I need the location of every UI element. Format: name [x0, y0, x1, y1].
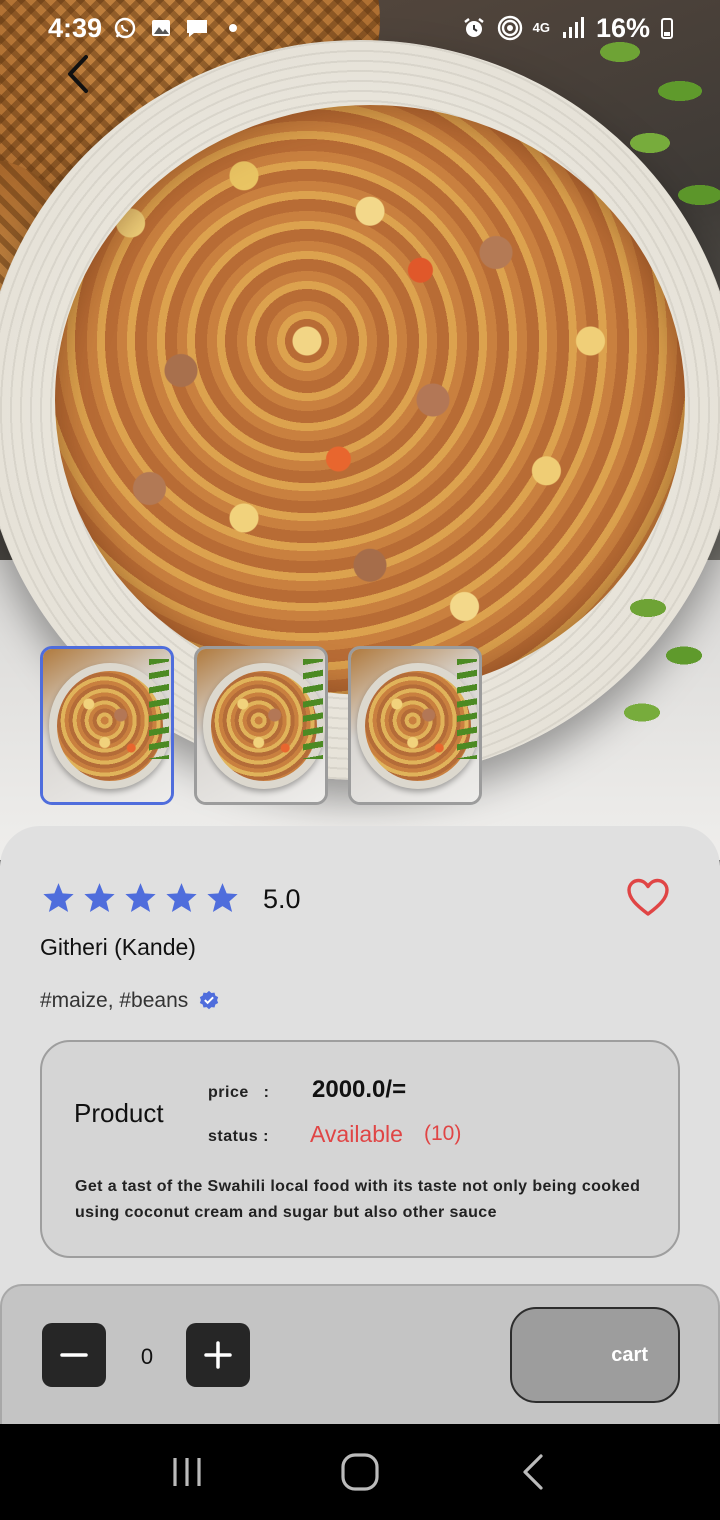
product-box-title: Product: [74, 1098, 164, 1128]
hotspot-icon: [497, 15, 523, 41]
product-tags: #maize, #beans: [40, 989, 220, 1013]
purchase-action-bar: 0 cart: [0, 1284, 720, 1424]
price-label: price :: [208, 1084, 270, 1101]
thumbnail-2[interactable]: [194, 646, 328, 805]
tags-text: #maize, #beans: [40, 989, 189, 1012]
battery-icon: [660, 15, 674, 41]
battery-percent: 16%: [595, 12, 650, 43]
star-icon: [207, 883, 238, 912]
product-info-box: Product price : 2000.0/= status : Availa…: [40, 1040, 680, 1258]
increase-quantity-button[interactable]: [186, 1323, 250, 1387]
alarm-icon: [461, 15, 487, 41]
status-bar: 4:39 4G 16%: [0, 0, 720, 56]
back-button[interactable]: [56, 54, 100, 98]
rating-stars: [42, 881, 239, 914]
dot-icon: [220, 15, 246, 41]
verified-badge-icon: [200, 990, 219, 1010]
product-description: Get a tast of the Swahili local food wit…: [75, 1178, 641, 1221]
minus-icon: [60, 1353, 88, 1357]
star-icon: [166, 883, 197, 912]
thumbnail-1[interactable]: [40, 646, 174, 805]
cart-button-label: cart: [611, 1343, 648, 1366]
status-label: status :: [208, 1128, 269, 1145]
rating-row: 5.0: [42, 880, 301, 915]
message-icon: [184, 15, 210, 41]
rating-value: 5.0: [263, 884, 301, 914]
price-value: 2000.0/=: [312, 1076, 407, 1103]
home-icon: [341, 1453, 379, 1491]
recents-icon: [173, 1458, 201, 1486]
decrease-quantity-button[interactable]: [42, 1323, 106, 1387]
leaves-decoration: [600, 570, 720, 760]
status-time: 4:39: [48, 12, 103, 43]
stock-count: (10): [424, 1122, 462, 1145]
heart-outline-icon: [627, 878, 669, 916]
star-icon: [43, 883, 74, 912]
star-icon: [125, 883, 156, 912]
chevron-left-icon: [64, 54, 92, 99]
home-button[interactable]: [330, 1442, 390, 1502]
network-type: 4G: [532, 20, 550, 35]
favorite-button[interactable]: [626, 876, 670, 920]
quantity-value: 0: [140, 1344, 154, 1369]
star-icon: [84, 883, 115, 912]
add-to-cart-button[interactable]: cart: [510, 1307, 680, 1403]
gallery-icon: [148, 15, 174, 41]
system-back-button[interactable]: [503, 1442, 563, 1502]
signal-icon: [560, 15, 586, 41]
thumbnail-3[interactable]: [348, 646, 482, 805]
back-icon: [523, 1454, 543, 1490]
recents-button[interactable]: [157, 1442, 217, 1502]
whatsapp-icon: [112, 15, 138, 41]
system-navigation-bar: [0, 1424, 720, 1520]
status-value: Available: [310, 1121, 403, 1147]
plus-icon: [204, 1341, 232, 1369]
product-name: Githeri (Kande): [40, 934, 196, 960]
image-thumbnails: [40, 646, 482, 805]
